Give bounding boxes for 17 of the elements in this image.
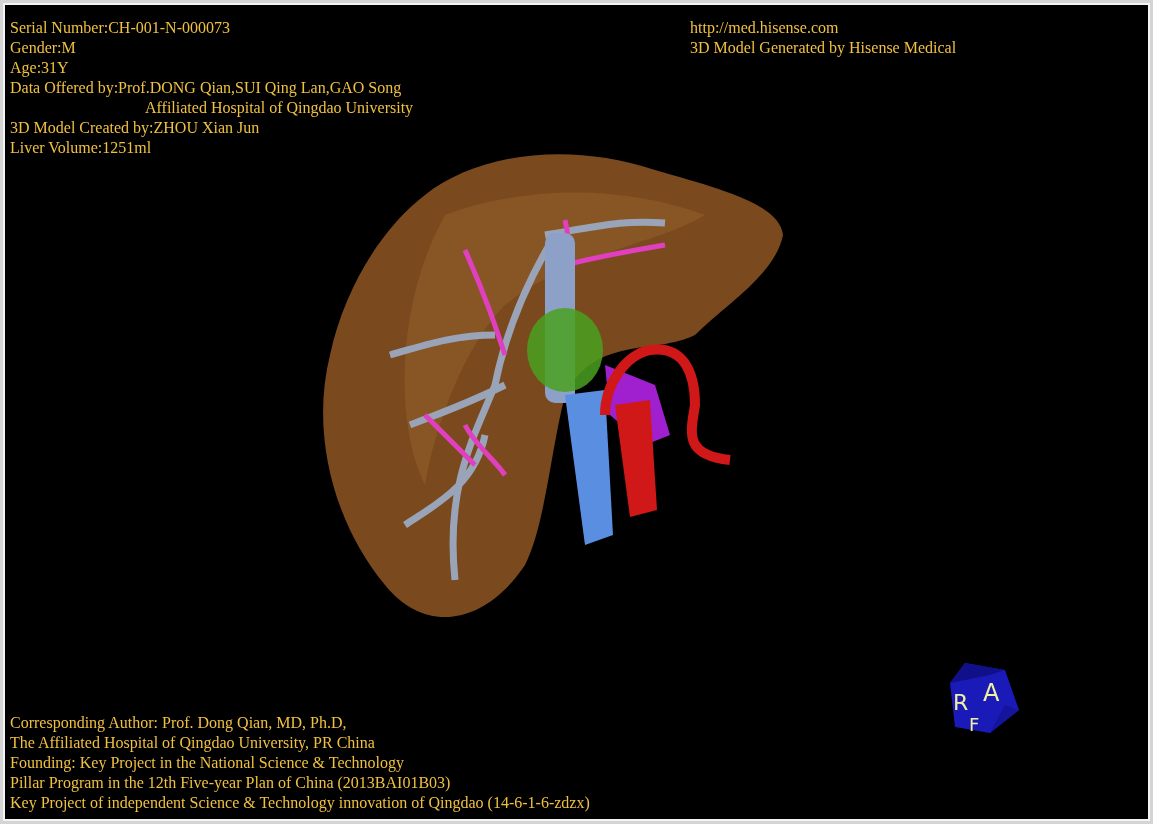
info-text: Data Offered by:Prof.DONG Qian,SUI Qing Lan,GAO Song <box>10 78 403 98</box>
cube-face-label: A <box>983 679 1000 707</box>
info-text: Affiliated Hospital of Qingdao University <box>144 98 414 118</box>
credit-text: Pillar Program in the 12th Five-year Plan of China (2013BAI01B03) <box>10 773 452 793</box>
info-text: Serial Number:CH-001-N-000073 <box>10 18 231 38</box>
source-text: 3D Model Generated by Hisense Medical <box>690 38 957 58</box>
credit-text: The Affiliated Hospital of Qingdao University, PR China <box>10 733 376 753</box>
source-text: http://med.hisense.com <box>690 18 840 38</box>
info-text: Gender:M <box>10 38 77 58</box>
cube-face-label: F <box>969 714 980 735</box>
credit-text: Key Project of independent Science & Technology innovation of Qingdao (14-6-1-6-zdzx) <box>10 793 590 813</box>
info-text: Liver Volume:1251ml <box>10 138 153 158</box>
info-text: 3D Model Created by:ZHOU Xian Jun <box>10 118 261 138</box>
cube-face-label: R <box>953 690 969 715</box>
credit-text: Corresponding Author: Prof. Dong Qian, MD, Ph.D, <box>10 713 348 733</box>
info-text: Age:31Y <box>10 58 70 78</box>
credit-text: Founding: Key Project in the National Science & Technology <box>10 753 406 773</box>
